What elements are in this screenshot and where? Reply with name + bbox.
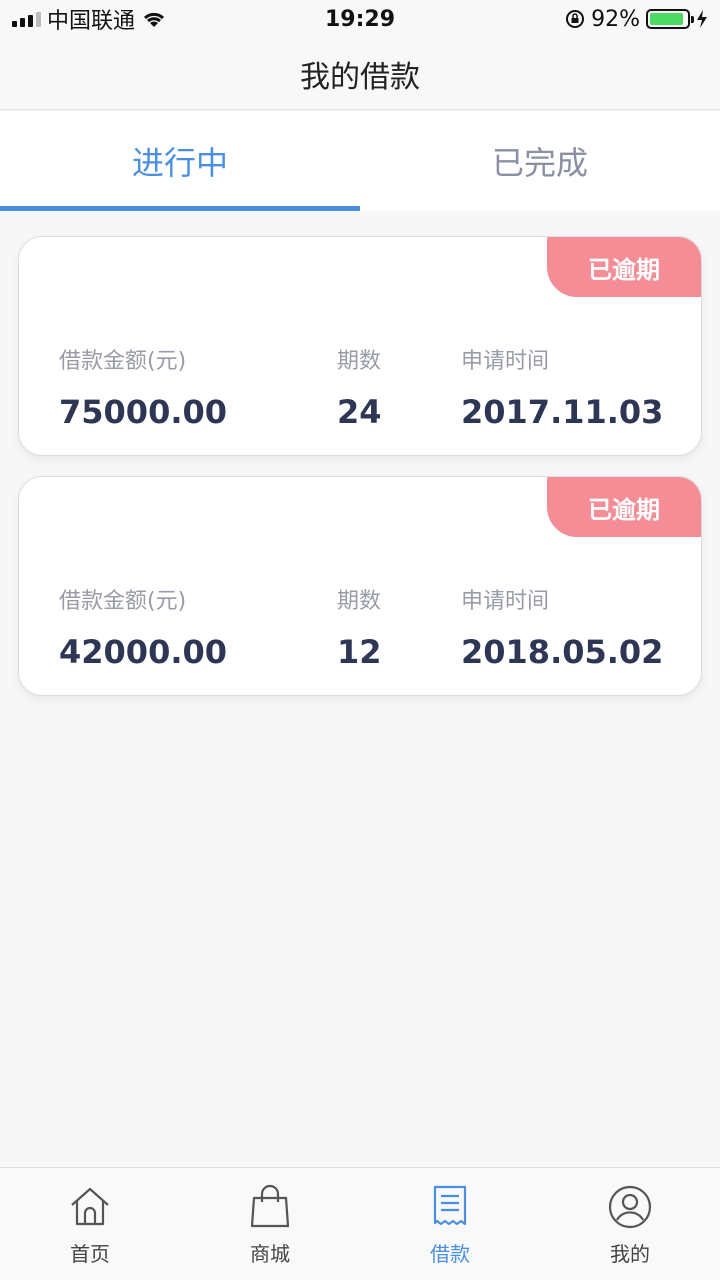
signal-icon [12, 11, 41, 27]
period-value: 24 [337, 393, 382, 431]
receipt-icon [433, 1185, 467, 1226]
status-bar: 中国联通 19:29 92% [0, 0, 720, 38]
date-label: 申请时间 [461, 349, 550, 374]
status-right: 92% [565, 7, 708, 32]
tabbar-item-mall[interactable]: 商城 [180, 1168, 360, 1280]
battery-percent: 92% [591, 6, 640, 32]
charging-icon [697, 10, 707, 28]
page-title: 我的借款 [300, 59, 420, 95]
overdue-badge: 已逾期 [547, 477, 701, 537]
period-label: 期数 [337, 589, 382, 614]
tabbar-label: 借款 [430, 1242, 470, 1266]
nav-bar: 我的借款 [0, 38, 720, 110]
loan-list: 已逾期 借款金额(元) 75000.00 期数 24 申请时间 2017.11.… [18, 236, 702, 716]
battery-fill [650, 13, 684, 25]
loan-card[interactable]: 已逾期 借款金额(元) 42000.00 期数 12 申请时间 2018.05.… [18, 476, 702, 696]
date-value: 2017.11.03 [461, 393, 664, 431]
loan-status-tabs: 进行中 已完成 [0, 111, 720, 211]
overdue-badge: 已逾期 [547, 237, 701, 297]
tabbar-label: 商城 [250, 1242, 290, 1266]
amount-column: 借款金额(元) 42000.00 [59, 583, 227, 671]
period-column: 期数 12 [337, 583, 382, 671]
tabbar-item-home[interactable]: 首页 [0, 1168, 180, 1280]
period-value: 12 [337, 633, 382, 671]
bottom-tab-bar: 首页 商城 借款 我的 [0, 1167, 720, 1280]
user-icon [608, 1185, 652, 1229]
date-column: 申请时间 2017.11.03 [461, 343, 663, 431]
amount-label: 借款金额(元) [59, 349, 187, 374]
tabbar-label: 首页 [70, 1242, 110, 1266]
date-label: 申请时间 [461, 589, 550, 614]
date-column: 申请时间 2018.05.02 [461, 583, 663, 671]
wifi-icon [143, 12, 165, 27]
date-value: 2018.05.02 [461, 633, 664, 671]
tabbar-item-loan[interactable]: 借款 [360, 1168, 540, 1280]
period-label: 期数 [337, 349, 382, 374]
tab-completed[interactable]: 已完成 [360, 111, 720, 211]
battery-icon [646, 9, 694, 29]
period-column: 期数 24 [337, 343, 382, 431]
tabbar-item-mine[interactable]: 我的 [540, 1168, 720, 1280]
amount-value: 75000.00 [59, 393, 228, 431]
tab-in-progress[interactable]: 进行中 [0, 111, 360, 211]
shopping-bag-icon [250, 1184, 290, 1228]
status-left: 中国联通 [12, 3, 167, 35]
amount-value: 42000.00 [59, 633, 228, 671]
orientation-lock-icon [566, 10, 585, 28]
amount-label: 借款金额(元) [59, 589, 187, 614]
carrier-name: 中国联通 [47, 9, 136, 34]
loan-card[interactable]: 已逾期 借款金额(元) 75000.00 期数 24 申请时间 2017.11.… [18, 236, 702, 456]
home-icon [71, 1187, 109, 1226]
tabbar-label: 我的 [610, 1242, 650, 1266]
amount-column: 借款金额(元) 75000.00 [59, 343, 227, 431]
